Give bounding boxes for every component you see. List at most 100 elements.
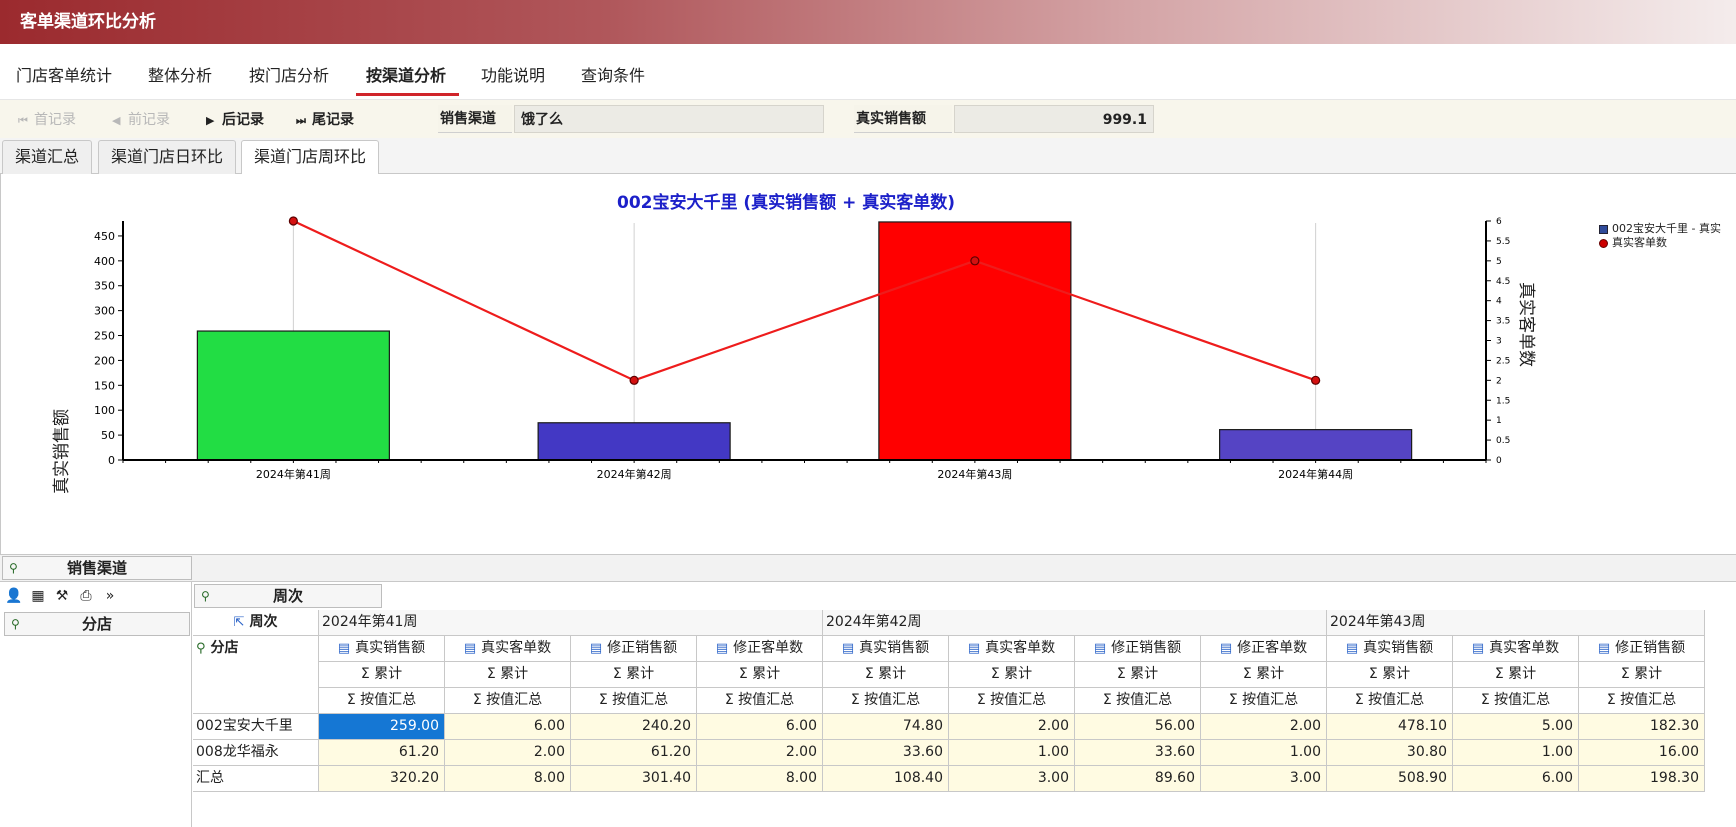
table-icon: ▤ <box>1471 641 1485 656</box>
next-record-button[interactable]: ▶ 后记录 <box>206 109 264 129</box>
table-cell[interactable]: 3.00 <box>949 766 1075 792</box>
week-header[interactable]: 2024年第42周 <box>823 610 1327 636</box>
measure-header[interactable]: ▤ 修正客单数 <box>697 636 823 662</box>
y-tick-label-left: 450 <box>94 230 115 243</box>
agg-header: Σ 累计 <box>697 662 823 688</box>
x-tick-label: 2024年第44周 <box>1278 467 1353 481</box>
agg-header: Σ 累计 <box>823 662 949 688</box>
table-cell[interactable]: 61.20 <box>319 740 445 766</box>
table-icon: ▤ <box>1597 641 1611 656</box>
table-cell[interactable]: 89.60 <box>1075 766 1201 792</box>
table-cell[interactable]: 2.00 <box>697 740 823 766</box>
table-cell[interactable]: 8.00 <box>697 766 823 792</box>
sum-header: Σ 按值汇总 <box>697 688 823 714</box>
table-cell[interactable]: 33.60 <box>1075 740 1201 766</box>
tools-icon[interactable]: ⚒ <box>52 586 72 606</box>
table-cell[interactable]: 8.00 <box>445 766 571 792</box>
print-icon[interactable]: ⎙ <box>76 586 96 606</box>
table-cell[interactable]: 2.00 <box>949 714 1075 740</box>
y-tick-label-right: 5 <box>1496 257 1502 267</box>
active-menu-indicator <box>356 93 459 96</box>
y-tick-label-left: 0 <box>108 454 115 467</box>
menu-item-by-store[interactable]: 按门店分析 <box>249 62 329 86</box>
table-cell[interactable]: 108.40 <box>823 766 949 792</box>
pivot-side-panel: 👤 ▦ ⚒ ⎙ » ⚲ 分店 <box>0 582 192 827</box>
table-cell[interactable]: 16.00 <box>1579 740 1705 766</box>
measure-header[interactable]: ▤ 真实销售额 <box>1327 636 1453 662</box>
tab-channel-store-weekly[interactable]: 渠道门店周环比 <box>241 140 380 175</box>
sales-value[interactable]: 999.1 <box>954 105 1154 133</box>
measure-header[interactable]: ▤ 真实客单数 <box>445 636 571 662</box>
row-field-store[interactable]: ⚲ 分店 <box>4 612 190 636</box>
tab-channel-store-daily[interactable]: 渠道门店日环比 <box>98 140 237 174</box>
week-header[interactable]: 2024年第41周 <box>319 610 823 636</box>
measure-header[interactable]: ▤ 修正销售额 <box>571 636 697 662</box>
table-cell[interactable]: 33.60 <box>823 740 949 766</box>
channel-value[interactable]: 饿了么 <box>514 105 824 133</box>
table-row-header[interactable]: 汇总 <box>193 766 319 792</box>
table-cell[interactable]: 478.10 <box>1327 714 1453 740</box>
table-icon: ▤ <box>1345 641 1359 656</box>
y-tick-label-right: 0.5 <box>1496 436 1510 446</box>
table-icon: ▤ <box>841 641 855 656</box>
table-cell[interactable]: 301.40 <box>571 766 697 792</box>
table-icon: ▤ <box>1093 641 1107 656</box>
table-cell[interactable]: 6.00 <box>697 714 823 740</box>
table-cell[interactable]: 61.20 <box>571 740 697 766</box>
table-cell[interactable]: 2.00 <box>445 740 571 766</box>
measure-header[interactable]: ▤ 修正销售额 <box>1075 636 1201 662</box>
more-icon[interactable]: » <box>100 586 120 606</box>
measure-header[interactable]: ▤ 真实销售额 <box>319 636 445 662</box>
y-tick-label-right: 2 <box>1496 376 1502 386</box>
y-tick-label-right: 4.5 <box>1496 277 1510 287</box>
measure-header[interactable]: ▤ 真实客单数 <box>1453 636 1579 662</box>
table-cell[interactable]: 240.20 <box>571 714 697 740</box>
user-icon[interactable]: 👤 <box>4 586 24 606</box>
table-cell[interactable]: 320.20 <box>319 766 445 792</box>
y-tick-label-left: 350 <box>94 280 115 293</box>
menu-item-query[interactable]: 查询条件 <box>581 62 645 86</box>
table-cell[interactable]: 1.00 <box>1201 740 1327 766</box>
table-row-header[interactable]: 008龙华福永 <box>193 740 319 766</box>
menu-item-by-channel[interactable]: 按渠道分析 <box>366 62 446 86</box>
table-cell[interactable]: 5.00 <box>1453 714 1579 740</box>
table-cell[interactable]: 6.00 <box>1453 766 1579 792</box>
chart-panel: 002宝安大千里 (真实销售额 + 真实客单数) 0 50 100 150 200 250… <box>0 174 1736 554</box>
prev-record-button[interactable]: ◀ 前记录 <box>112 109 170 129</box>
table-cell[interactable]: 259.00 <box>319 714 445 740</box>
table-cell[interactable]: 1.00 <box>949 740 1075 766</box>
agg-header: Σ 累计 <box>1453 662 1579 688</box>
measure-header[interactable]: ▤ 真实销售额 <box>823 636 949 662</box>
expand-icon[interactable]: ⇱ <box>234 615 245 630</box>
sum-header: Σ 按值汇总 <box>1201 688 1327 714</box>
table-cell[interactable]: 56.00 <box>1075 714 1201 740</box>
table-cell[interactable]: 1.00 <box>1453 740 1579 766</box>
measure-header[interactable]: ▤ 修正客单数 <box>1201 636 1327 662</box>
table-cell[interactable]: 3.00 <box>1201 766 1327 792</box>
table-cell[interactable]: 30.80 <box>1327 740 1453 766</box>
chart-legend: 002宝安大千里 - 真实 真实客单数 <box>1599 222 1721 250</box>
measure-header[interactable]: ▤ 修正销售额 <box>1579 636 1705 662</box>
table-cell[interactable]: 182.30 <box>1579 714 1705 740</box>
sum-header: Σ 按值汇总 <box>1453 688 1579 714</box>
table-row-header[interactable]: 002宝安大千里 <box>193 714 319 740</box>
last-record-button[interactable]: ⏭ 尾记录 <box>296 109 354 129</box>
menu-item-store-stats[interactable]: 门店客单统计 <box>16 62 112 86</box>
table-cell[interactable]: 198.30 <box>1579 766 1705 792</box>
agg-header: Σ 累计 <box>571 662 697 688</box>
menu-item-overall-analysis[interactable]: 整体分析 <box>148 62 212 86</box>
table-cell[interactable]: 2.00 <box>1201 714 1327 740</box>
tab-channel-summary[interactable]: 渠道汇总 <box>2 140 93 174</box>
column-field-week[interactable]: ⚲ 周次 <box>194 584 382 608</box>
menu-item-help[interactable]: 功能说明 <box>481 62 545 86</box>
first-record-button[interactable]: ⏮ 首记录 <box>18 109 76 129</box>
table-cell[interactable]: 6.00 <box>445 714 571 740</box>
measure-header[interactable]: ▤ 真实客单数 <box>949 636 1075 662</box>
calendar-icon[interactable]: ▦ <box>28 586 48 606</box>
filter-field-channel[interactable]: ⚲ 销售渠道 <box>2 556 192 580</box>
bar <box>196 330 390 461</box>
table-cell[interactable]: 508.90 <box>1327 766 1453 792</box>
week-header[interactable]: 2024年第43周 <box>1327 610 1705 636</box>
table-cell[interactable]: 74.80 <box>823 714 949 740</box>
y-tick-label-right: 4 <box>1496 297 1502 307</box>
